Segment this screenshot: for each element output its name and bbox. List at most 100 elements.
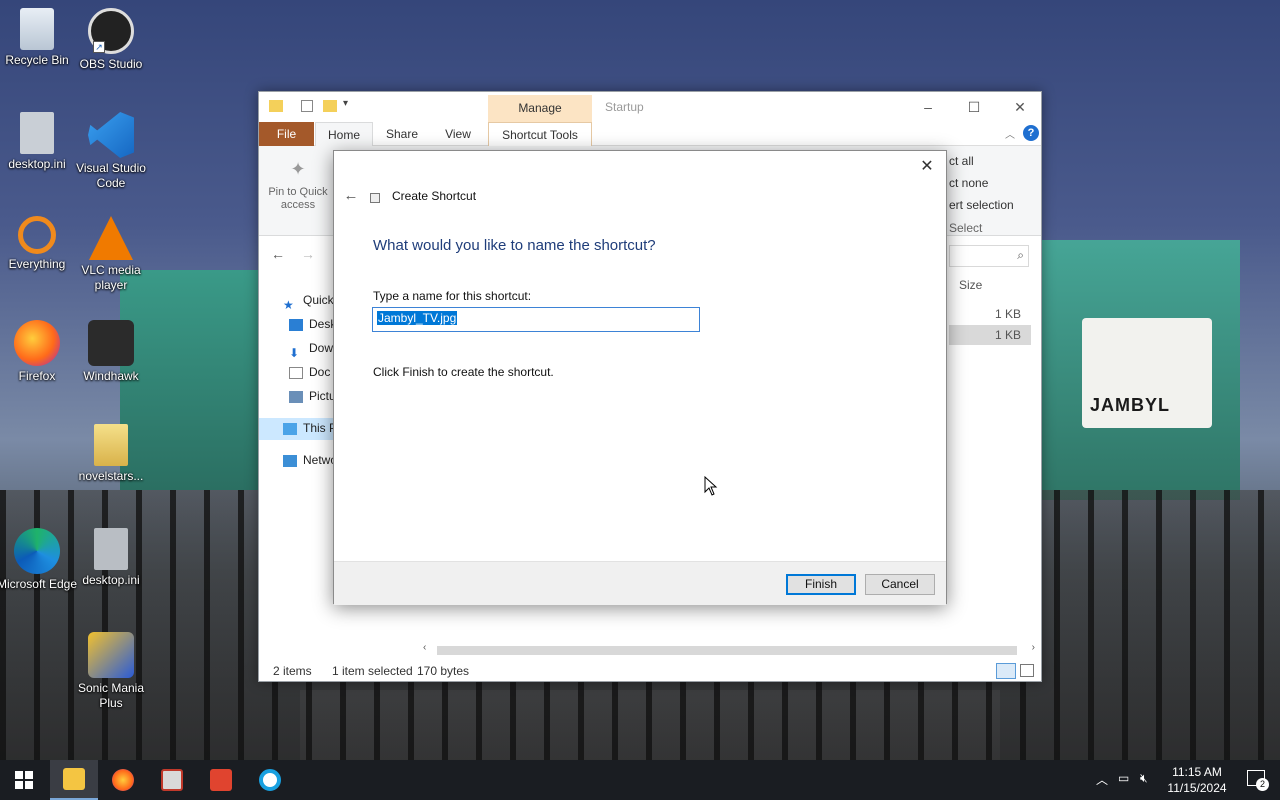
sidebar-item-documents[interactable]: Doc	[289, 362, 330, 382]
close-dialog-button[interactable]: ✕	[916, 157, 938, 177]
taskbar-app-5[interactable]	[246, 760, 294, 800]
pin-to-quick-access-button[interactable]: ✦ Pin to Quick access	[263, 152, 333, 212]
shortcut-wizard-icon	[370, 193, 380, 203]
explorer-titlebar: ▾ Manage Startup – ☐ ✕	[259, 92, 1041, 122]
clock-time: 11:15 AM	[1172, 765, 1222, 779]
desktop-icon-vlc[interactable]: VLC media player	[66, 216, 156, 293]
desktop-icon-label: Everything	[8, 257, 66, 271]
volume-muted-icon[interactable]: 🔇︎	[1140, 771, 1148, 786]
firefox-icon	[112, 769, 134, 791]
dialog-title: Create Shortcut	[392, 189, 477, 203]
back-arrow-icon[interactable]: ←	[271, 246, 285, 262]
network-icon[interactable]: ▭	[1118, 771, 1129, 785]
scroll-left-icon[interactable]: ‹	[423, 642, 426, 653]
file-row-size[interactable]: 1 KB	[949, 304, 1031, 324]
desktop-icon-obs-studio[interactable]: ↗ OBS Studio	[66, 8, 156, 72]
picture-icon	[289, 390, 303, 403]
sidebar-item-pictures[interactable]: Pictu	[289, 386, 336, 406]
desktop-icon-label: OBS Studio	[79, 57, 143, 71]
tab-share[interactable]: Share	[379, 122, 425, 146]
show-hidden-icons-icon[interactable]: ︿	[1096, 771, 1108, 788]
search-icon: ⌕	[1017, 248, 1024, 262]
new-folder-icon[interactable]	[323, 100, 337, 112]
select-all-button[interactable]: ct all	[949, 154, 974, 168]
finish-hint: Click Finish to create the shortcut.	[373, 365, 554, 379]
desktop-icon-novelstars[interactable]: novelstars...	[66, 424, 156, 484]
forward-arrow-icon[interactable]: →	[301, 246, 315, 262]
tab-home[interactable]: Home	[315, 122, 373, 146]
sidebar-item-network[interactable]: Netwo	[283, 450, 337, 470]
star-icon: ★	[283, 297, 294, 312]
clock[interactable]: 11:15 AM 11/15/2024	[1162, 764, 1232, 796]
windows-logo-icon	[15, 771, 33, 789]
taskbar-firefox[interactable]	[99, 760, 147, 800]
vscode-icon	[88, 112, 134, 158]
status-item-count: 2 items	[273, 664, 312, 678]
shortcut-name-input[interactable]: Jambyl_TV.jpg	[372, 307, 700, 332]
sidebar-label: Netwo	[303, 453, 338, 467]
document-icon	[289, 366, 303, 379]
desktop-icon-sonic-mania[interactable]: Sonic Mania Plus	[66, 632, 156, 711]
folder-icon	[269, 100, 283, 112]
large-icons-view-icon[interactable]	[1020, 664, 1034, 677]
shortcut-name-label: Type a name for this shortcut:	[373, 289, 532, 303]
dialog-heading: What would you like to name the shortcut…	[373, 237, 656, 254]
invert-selection-button[interactable]: ert selection	[949, 198, 1014, 212]
horizontal-scrollbar[interactable]: ‹ ›	[419, 642, 1039, 658]
quick-access-dropdown-icon[interactable]: ▾	[343, 98, 348, 109]
taskbar-app-4[interactable]	[197, 760, 245, 800]
sidebar-item-desktop[interactable]: Desk	[289, 314, 336, 334]
taskbar: ︿ ▭ 🔇︎ 11:15 AM 11/15/2024 2	[0, 760, 1280, 800]
ribbon-tabs: File Home Share View Shortcut Tools ︿ ?	[259, 122, 1041, 146]
pin-label: Pin to Quick access	[268, 186, 328, 211]
desktop-icon-vscode[interactable]: Visual Studio Code	[66, 112, 156, 191]
collapse-ribbon-icon[interactable]: ︿	[1005, 126, 1015, 141]
desktop-icon-desktop-ini-2[interactable]: desktop.ini	[66, 528, 156, 588]
desktop-icon-label: VLC media player	[81, 263, 141, 292]
start-button[interactable]	[0, 760, 48, 800]
pin-icon: ✦	[290, 159, 306, 179]
mouse-cursor-icon	[704, 476, 718, 496]
desktop-icon-label: Sonic Mania Plus	[77, 681, 145, 710]
tab-manage[interactable]: Manage	[488, 95, 592, 122]
back-arrow-icon[interactable]: ←	[342, 187, 360, 205]
sidebar-item-this-pc[interactable]: This P	[283, 418, 337, 438]
desktop-icon-label: Recycle Bin	[5, 53, 69, 67]
help-icon[interactable]: ?	[1023, 125, 1039, 141]
taskbar-app-3[interactable]	[148, 760, 196, 800]
scroll-right-icon[interactable]: ›	[1032, 642, 1035, 653]
properties-icon[interactable]	[301, 100, 313, 112]
tab-file[interactable]: File	[259, 122, 314, 146]
settings-file-icon	[94, 528, 128, 570]
finish-button[interactable]: Finish	[786, 574, 856, 595]
tab-view[interactable]: View	[435, 122, 481, 146]
settings-file-icon	[20, 112, 54, 154]
minimize-button[interactable]: –	[905, 94, 951, 120]
sidebar-item-downloads[interactable]: ⬇ Dow	[289, 338, 333, 360]
maximize-button[interactable]: ☐	[951, 94, 997, 120]
recycle-bin-icon	[20, 8, 54, 50]
file-row-size-selected[interactable]: 1 KB	[949, 325, 1031, 345]
details-view-icon[interactable]	[996, 663, 1016, 679]
shortcut-name-value: Jambyl_TV.jpg	[377, 311, 458, 325]
desktop-icon-windhawk[interactable]: Windhawk	[66, 320, 156, 384]
wallpaper-sign-text: JAMBYL	[1090, 395, 1171, 415]
app-icon	[210, 769, 232, 791]
sidebar-label: This P	[303, 421, 338, 435]
close-window-button[interactable]: ✕	[997, 94, 1043, 120]
column-header-size[interactable]: Size	[959, 278, 982, 292]
app-icon	[161, 769, 183, 791]
taskbar-file-explorer[interactable]	[50, 760, 98, 800]
status-size: 170 bytes	[417, 664, 470, 678]
create-shortcut-dialog: ✕ ← Create Shortcut What would you like …	[333, 150, 947, 605]
window-title: Startup	[605, 100, 644, 114]
search-input[interactable]: ⌕	[949, 245, 1029, 267]
sidebar-item-quick-access[interactable]: ★ Quick	[283, 290, 334, 312]
scrollbar-thumb[interactable]	[437, 646, 1017, 655]
desktop-icon-label: desktop.ini	[82, 573, 140, 587]
desktop-icon-label: Visual Studio Code	[76, 161, 146, 190]
cancel-button[interactable]: Cancel	[865, 574, 935, 595]
tab-shortcut-tools[interactable]: Shortcut Tools	[488, 122, 592, 146]
select-none-button[interactable]: ct none	[949, 176, 988, 190]
notification-count-badge: 2	[1256, 778, 1269, 791]
